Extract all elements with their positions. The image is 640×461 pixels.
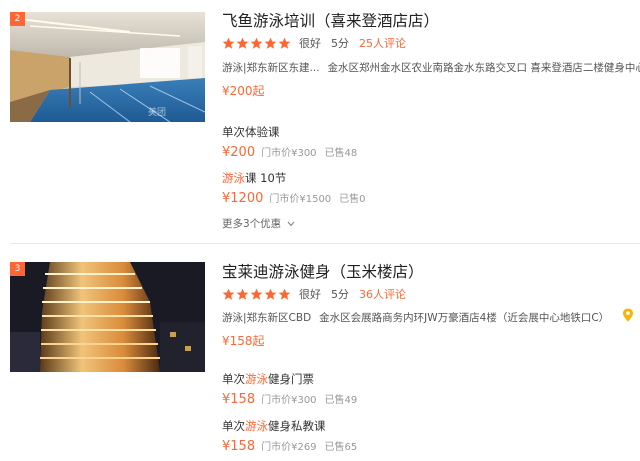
star-icon xyxy=(222,288,235,300)
sold-count: 已售65 xyxy=(324,442,358,453)
address-text: 金水区会展路商务内环JW万豪酒店4楼（近会展中心地铁口C） xyxy=(319,312,610,324)
review-count-link[interactable]: 36人评论 xyxy=(359,286,406,302)
shop-photo-building[interactable]: 3 xyxy=(10,262,205,372)
location-pin-icon[interactable] xyxy=(622,308,634,322)
rating-row: 很好 5分 36人评论 xyxy=(222,286,406,302)
shop-photo-pool[interactable]: 2 美团 xyxy=(10,12,205,122)
deal-name: 单次游泳健身门票 xyxy=(222,372,314,386)
category-area: 游泳|郑东新区CBD xyxy=(222,312,312,324)
original-price: 门市价¥300 xyxy=(261,395,317,406)
more-deals-link[interactable]: 更多3个优惠 xyxy=(222,216,295,231)
photo-watermark: 美团 xyxy=(148,108,167,118)
rating-text: 很好 xyxy=(299,288,321,301)
star-icon xyxy=(250,288,263,300)
deal-price: ¥158 xyxy=(222,439,256,454)
star-rating xyxy=(222,288,291,301)
starting-price: ¥158起 xyxy=(222,334,265,348)
sold-count: 已售49 xyxy=(324,395,358,406)
star-icon xyxy=(236,288,249,300)
chevron-down-icon xyxy=(287,221,294,227)
deal-item[interactable]: 单次游泳健身私教课 ¥158 门市价¥269 已售65 xyxy=(222,418,622,454)
star-icon xyxy=(264,288,277,300)
star-icon xyxy=(278,288,291,300)
deal-price: ¥158 xyxy=(222,392,256,407)
rank-badge: 3 xyxy=(10,262,25,276)
building-image xyxy=(10,262,205,372)
rank-badge: 2 xyxy=(10,12,25,26)
original-price: 门市价¥269 xyxy=(261,442,317,453)
pool-image xyxy=(10,12,205,122)
rating-score: 5分 xyxy=(331,288,349,301)
deal-item[interactable]: 单次游泳健身门票 ¥158 门市价¥300 已售49 xyxy=(222,371,622,407)
deal-name: 单次游泳健身私教课 xyxy=(222,419,326,433)
address-row: 游泳|郑东新区CBD 金水区会展路商务内环JW万豪酒店4楼（近会展中心地铁口C） xyxy=(222,310,609,325)
shop-title[interactable]: 宝莱迪游泳健身（玉米楼店） xyxy=(222,260,424,282)
